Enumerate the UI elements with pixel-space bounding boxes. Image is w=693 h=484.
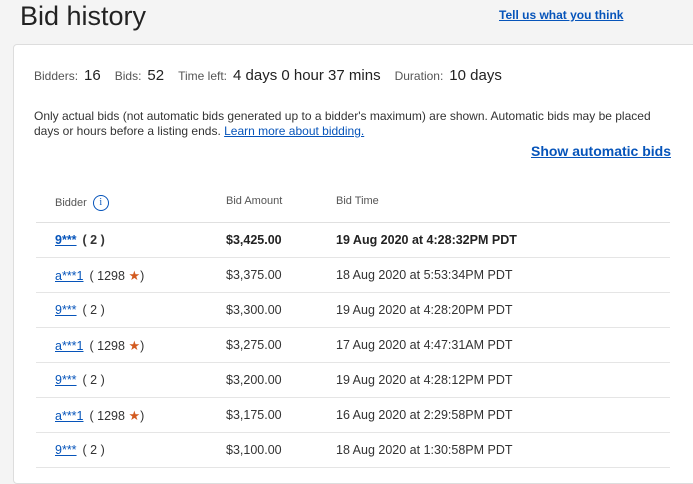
bid-time: 16 Aug 2020 at 2:29:58PM PDT (336, 408, 513, 422)
bid-time: 18 Aug 2020 at 1:30:58PM PDT (336, 443, 513, 457)
bid-amount-column-header: Bid Amount (226, 195, 283, 207)
star-icon: ★ (128, 268, 141, 283)
bidder-feedback: ( 2 ) (82, 303, 105, 317)
bidder-link[interactable]: 9*** (55, 233, 77, 247)
table-row: a***1 ( 1298 ★) $3,275.00 17 Aug 2020 at 4:… (36, 328, 670, 363)
bids-notice: Only actual bids (not automatic bids gen… (34, 109, 674, 139)
bid-rows: 9*** ( 2 ) $3,425.00 19 Aug 2020 at 4:28:32… (36, 223, 670, 468)
bidder-cell: 9*** ( 2 ) (55, 373, 105, 387)
bidder-cell: 9*** ( 2 ) (55, 233, 105, 247)
table-header: Bidder i Bid Amount Bid Time (36, 185, 670, 223)
info-icon[interactable]: i (92, 195, 109, 211)
table-row: 9*** ( 2 ) $3,300.00 19 Aug 2020 at 4:28:20… (36, 293, 670, 328)
feedback-score: ( 1298 (89, 269, 125, 283)
table-row: a***1 ( 1298 ★) $3,375.00 18 Aug 2020 at 5:… (36, 258, 670, 293)
bid-amount: $3,100.00 (226, 443, 282, 457)
bids-label: Bids: (114, 69, 142, 83)
bidder-cell: a***1 ( 1298 ★) (55, 338, 144, 354)
bidder-link[interactable]: 9*** (55, 443, 77, 457)
table-row: 9*** ( 2 ) $3,425.00 19 Aug 2020 at 4:28:32… (36, 223, 670, 258)
bid-amount: $3,175.00 (226, 408, 282, 422)
bidders-value: 16 (84, 67, 101, 84)
bidder-feedback: ( 1298 ★) (89, 338, 145, 353)
bidder-cell: a***1 ( 1298 ★) (55, 408, 144, 424)
bidder-header-label: Bidder (55, 196, 87, 209)
duration-label: Duration: (394, 69, 444, 83)
bidder-link[interactable]: 9*** (55, 303, 77, 317)
bidder-column-header: Bidder i (55, 195, 109, 211)
bid-amount: $3,275.00 (226, 338, 282, 352)
time-left-label: Time left: (178, 69, 227, 83)
bid-amount: $3,300.00 (226, 303, 282, 317)
bidder-feedback: ( 2 ) (82, 373, 105, 387)
bid-time: 18 Aug 2020 at 5:53:34PM PDT (336, 268, 513, 282)
bidder-feedback: ( 1298 ★) (89, 268, 145, 283)
feedback-score: ( 1298 (89, 409, 125, 423)
bid-history-card: Bidders: 16 Bids: 52 Time left: 4 days 0… (13, 44, 693, 484)
bidders-label: Bidders: (34, 69, 79, 83)
bid-time-column-header: Bid Time (336, 195, 379, 207)
show-automatic-bids-link[interactable]: Show automatic bids (531, 143, 671, 159)
bid-time: 19 Aug 2020 at 4:28:12PM PDT (336, 373, 513, 387)
star-icon: ★ (128, 338, 141, 353)
bidder-cell: 9*** ( 2 ) (55, 303, 105, 317)
duration-value: 10 days (449, 67, 502, 84)
feedback-score: ( 1298 (89, 339, 125, 353)
bidder-cell: 9*** ( 2 ) (55, 443, 105, 457)
bid-amount: $3,375.00 (226, 268, 282, 282)
table-row: a***1 ( 1298 ★) $3,175.00 16 Aug 2020 at 2:… (36, 398, 670, 433)
bid-time: 17 Aug 2020 at 4:47:31AM PDT (336, 338, 513, 352)
bidder-cell: a***1 ( 1298 ★) (55, 268, 144, 284)
auction-summary: Bidders: 16 Bids: 52 Time left: 4 days 0… (34, 67, 516, 84)
bidder-link[interactable]: a***1 (55, 269, 84, 283)
learn-more-link[interactable]: Learn more about bidding. (224, 124, 364, 138)
bids-value: 52 (147, 67, 165, 84)
bid-amount: $3,425.00 (226, 233, 282, 247)
feedback-link[interactable]: Tell us what you think (499, 8, 623, 22)
bidder-link[interactable]: 9*** (55, 373, 77, 387)
page-title: Bid history (20, 1, 147, 31)
bid-amount: $3,200.00 (226, 373, 282, 387)
time-left-value: 4 days 0 hour 37 mins (233, 67, 381, 84)
bidder-feedback: ( 2 ) (82, 443, 105, 457)
bidder-feedback: ( 1298 ★) (89, 408, 145, 423)
bidder-link[interactable]: a***1 (55, 409, 84, 423)
bid-time: 19 Aug 2020 at 4:28:32PM PDT (336, 233, 517, 247)
bidder-feedback: ( 2 ) (82, 233, 105, 247)
star-icon: ★ (128, 408, 141, 423)
bidder-link[interactable]: a***1 (55, 339, 84, 353)
table-row: 9*** ( 2 ) $3,200.00 19 Aug 2020 at 4:28:12… (36, 363, 670, 398)
bid-time: 19 Aug 2020 at 4:28:20PM PDT (336, 303, 513, 317)
table-row: 9*** ( 2 ) $3,100.00 18 Aug 2020 at 1:30:58… (36, 433, 670, 468)
